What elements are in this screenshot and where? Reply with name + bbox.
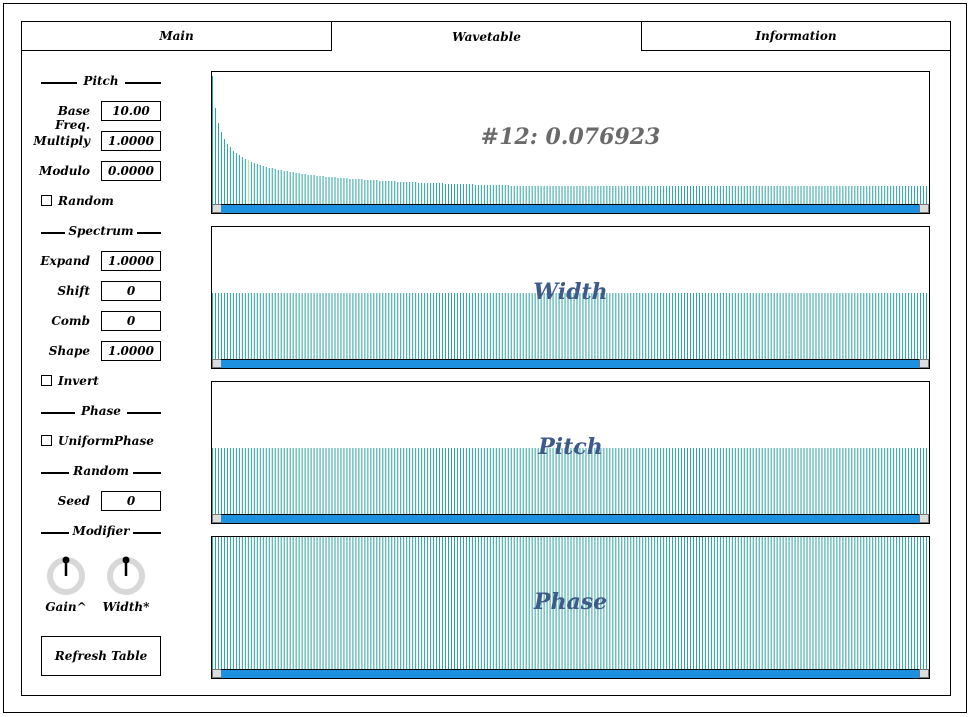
- seed-field[interactable]: 0: [101, 491, 161, 511]
- scroll-track[interactable]: [221, 514, 920, 523]
- uniform-phase-checkbox[interactable]: UniformPhase: [41, 434, 154, 448]
- section-modifier: Modifier: [41, 524, 161, 538]
- pitch-scrollbar[interactable]: [212, 514, 929, 523]
- shape-field[interactable]: 1.0000: [101, 341, 161, 361]
- gain-scrollbar[interactable]: [212, 204, 929, 213]
- base-freq-field[interactable]: 10.00: [101, 101, 161, 121]
- phase-graph-label: Phase: [533, 589, 608, 615]
- scroll-track[interactable]: [221, 669, 920, 678]
- tab-main[interactable]: Main: [21, 21, 332, 51]
- gain-knob-label: Gain^: [45, 600, 87, 614]
- scroll-right-handle[interactable]: [919, 359, 929, 368]
- gain-graph[interactable]: #12: 0.076923: [211, 71, 930, 214]
- section-spectrum: Spectrum: [41, 224, 161, 238]
- expand-label: Expand: [40, 254, 90, 268]
- checkbox-box[interactable]: [41, 435, 52, 446]
- scroll-right-handle[interactable]: [919, 669, 929, 678]
- width-scrollbar[interactable]: [212, 359, 929, 368]
- section-phase-title: Phase: [81, 404, 121, 418]
- shift-field[interactable]: 0: [101, 281, 161, 301]
- section-pitch-title: Pitch: [83, 74, 119, 88]
- width-knob[interactable]: [106, 556, 146, 596]
- section-pitch: Pitch: [41, 74, 161, 88]
- gain-graph-label: #12: 0.076923: [480, 124, 661, 150]
- pitch-graph-label: Pitch: [538, 434, 603, 460]
- section-modifier-title: Modifier: [72, 524, 130, 538]
- pitch-graph[interactable]: Pitch: [211, 381, 930, 524]
- invert-checkbox[interactable]: Invert: [41, 374, 99, 388]
- multiply-label: Multiply: [33, 134, 90, 148]
- phase-graph[interactable]: Phase: [211, 536, 930, 679]
- modulo-label: Modulo: [39, 164, 90, 178]
- base-freq-label: Base Freq.: [55, 104, 90, 132]
- section-random-title: Random: [73, 464, 129, 478]
- scroll-track[interactable]: [221, 204, 920, 213]
- comb-field[interactable]: 0: [101, 311, 161, 331]
- modulo-field[interactable]: 0.0000: [101, 161, 161, 181]
- tab-wavetable[interactable]: Wavetable: [331, 21, 642, 51]
- width-graph[interactable]: Width: [211, 226, 930, 369]
- checkbox-box[interactable]: [41, 195, 52, 206]
- uniform-phase-checkbox-label: UniformPhase: [58, 434, 154, 448]
- comb-label: Comb: [51, 314, 90, 328]
- section-phase: Phase: [41, 404, 161, 418]
- random-checkbox[interactable]: Random: [41, 194, 114, 208]
- expand-field[interactable]: 1.0000: [101, 251, 161, 271]
- shift-label: Shift: [57, 284, 90, 298]
- seed-label: Seed: [57, 494, 90, 508]
- multiply-field[interactable]: 1.0000: [101, 131, 161, 151]
- width-graph-label: Width: [533, 279, 608, 305]
- shape-label: Shape: [48, 344, 90, 358]
- scroll-right-handle[interactable]: [919, 514, 929, 523]
- checkbox-box[interactable]: [41, 375, 52, 386]
- gain-knob[interactable]: [46, 556, 86, 596]
- phase-scrollbar[interactable]: [212, 669, 929, 678]
- scroll-right-handle[interactable]: [919, 204, 929, 213]
- refresh-table-button[interactable]: Refresh Table: [41, 636, 161, 676]
- width-knob-label: Width*: [102, 600, 150, 614]
- random-checkbox-label: Random: [58, 194, 114, 208]
- scroll-track[interactable]: [221, 359, 920, 368]
- section-spectrum-title: Spectrum: [68, 224, 134, 238]
- tab-information[interactable]: Information: [641, 21, 951, 51]
- invert-checkbox-label: Invert: [58, 374, 99, 388]
- section-random: Random: [41, 464, 161, 478]
